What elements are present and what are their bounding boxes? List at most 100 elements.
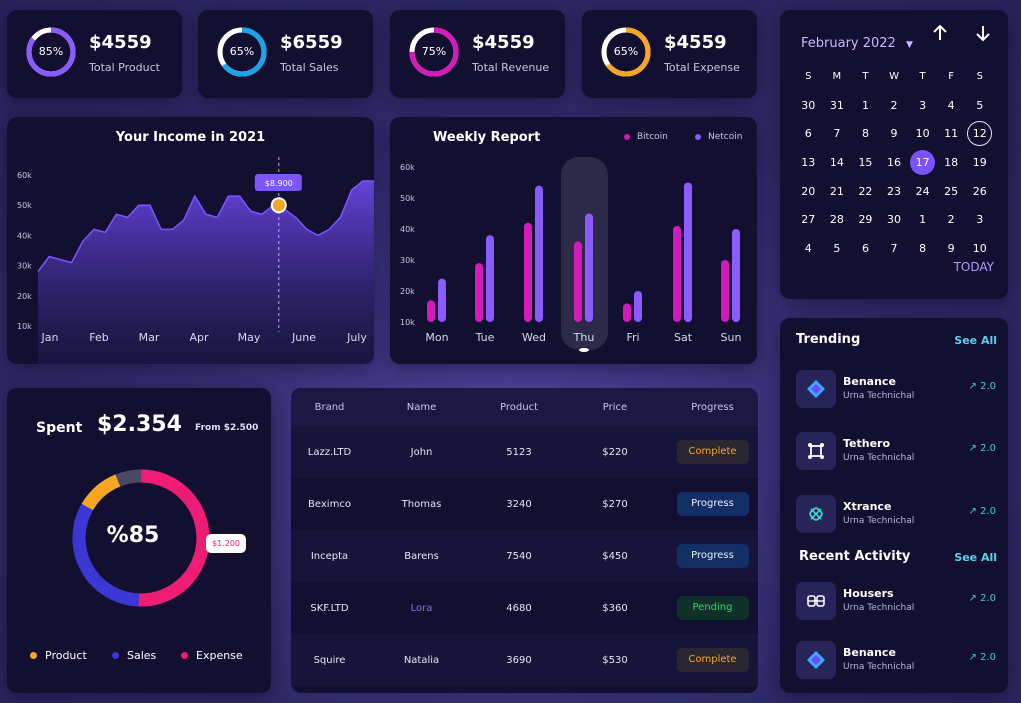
calendar-day[interactable]: 3 — [908, 99, 937, 112]
calendar-day[interactable]: 25 — [937, 185, 966, 198]
calendar-day[interactable]: 5 — [823, 242, 852, 255]
calendar-day[interactable]: 12 — [965, 121, 994, 147]
calendar-day[interactable]: 16 — [880, 156, 909, 169]
bar-bitcoin[interactable] — [673, 225, 681, 322]
calendar-day[interactable]: 15 — [851, 156, 880, 169]
calendar-day[interactable]: 18 — [937, 156, 966, 169]
calendar-day[interactable]: 2 — [880, 99, 909, 112]
calendar-day[interactable]: 9 — [880, 127, 909, 140]
calendar-day[interactable]: 26 — [965, 185, 994, 198]
column-header[interactable]: Name — [368, 402, 475, 413]
trending-item[interactable]: Benance Urna Technichal ↗ 2.0 — [796, 370, 996, 408]
calendar-day[interactable]: 22 — [851, 185, 880, 198]
table-row[interactable]: Beximco Thomas 3240 $270 Progress — [291, 478, 758, 530]
calendar-day[interactable]: 8 — [908, 242, 937, 255]
calendar-day[interactable]: 1 — [908, 213, 937, 226]
bar-netcoin[interactable] — [585, 213, 593, 323]
column-header[interactable]: Price — [563, 402, 667, 413]
calendar-day[interactable]: 7 — [880, 242, 909, 255]
donut-segment-sales[interactable] — [72, 503, 140, 607]
calendar-day[interactable]: 30 — [880, 213, 909, 226]
bar-bitcoin[interactable] — [574, 241, 582, 322]
calendar-day[interactable]: 8 — [851, 127, 880, 140]
calendar-day[interactable]: 14 — [823, 156, 852, 169]
calendar-day[interactable]: 7 — [823, 127, 852, 140]
calendar-day[interactable]: 1 — [851, 99, 880, 112]
calendar-day[interactable]: 3 — [965, 213, 994, 226]
calendar-day[interactable]: 31 — [823, 99, 852, 112]
bar-bitcoin[interactable] — [524, 222, 532, 322]
calendar-day[interactable]: 19 — [965, 156, 994, 169]
table-row[interactable]: Incepta Barens 7540 $450 Progress — [291, 530, 758, 582]
calendar-day[interactable]: 10 — [908, 127, 937, 140]
table-row[interactable]: SKF.LTD Lora 4680 $360 Pending — [291, 582, 758, 634]
bar-highlight — [561, 157, 608, 350]
calendar-day[interactable]: 27 — [794, 213, 823, 226]
status-badge[interactable]: Progress — [676, 492, 749, 516]
trending-see-all[interactable]: See All — [954, 334, 997, 347]
calendar-day[interactable]: 10 — [965, 242, 994, 255]
calendar-day[interactable]: 5 — [965, 99, 994, 112]
calendar-day[interactable]: 21 — [823, 185, 852, 198]
today-button[interactable]: TODAY — [954, 260, 994, 274]
column-header[interactable]: Progress — [667, 402, 758, 413]
bar-bitcoin[interactable] — [623, 303, 631, 322]
calendar-day[interactable]: 17 — [908, 149, 937, 175]
column-header[interactable]: Brand — [291, 402, 368, 413]
bar-netcoin[interactable] — [535, 185, 543, 322]
activity-item[interactable]: Housers Urna Technichal ↗ 2.0 — [796, 582, 996, 620]
activity-item[interactable]: Benance Urna Technichal ↗ 2.0 — [796, 641, 996, 679]
calendar-day[interactable]: 29 — [851, 213, 880, 226]
bar-bitcoin[interactable] — [427, 300, 435, 322]
calendar-day-label: 9 — [890, 127, 898, 141]
calendar-day[interactable]: 20 — [794, 185, 823, 198]
calendar-day[interactable]: 2 — [937, 213, 966, 226]
table-row[interactable]: Lazz.LTD John 5123 $220 Complete — [291, 426, 758, 478]
bar-netcoin[interactable] — [438, 278, 446, 322]
calendar-day[interactable]: 23 — [880, 185, 909, 198]
calendar-day[interactable]: 13 — [794, 156, 823, 169]
column-header[interactable]: Product — [475, 402, 563, 413]
arrow-up-icon[interactable] — [932, 24, 948, 46]
calendar-day[interactable]: 4 — [937, 99, 966, 112]
x-tick-label: Mon — [425, 331, 448, 344]
recent-see-all[interactable]: See All — [954, 551, 997, 564]
x-tick-label: June — [291, 331, 316, 344]
recent-activity-title: Recent Activity — [799, 549, 911, 564]
calendar-day[interactable]: 6 — [794, 127, 823, 140]
bar-bitcoin[interactable] — [721, 260, 729, 322]
bar-netcoin[interactable] — [486, 235, 494, 322]
bar-netcoin[interactable] — [634, 291, 642, 322]
calendar-day[interactable]: 11 — [937, 127, 966, 140]
calendar-day[interactable]: 28 — [823, 213, 852, 226]
calendar-day[interactable]: 24 — [908, 185, 937, 198]
table-row[interactable]: Squire Natalia 3690 $530 Complete — [291, 634, 758, 686]
data-point-marker[interactable] — [270, 197, 287, 214]
item-name: Housers — [843, 587, 894, 600]
status-badge[interactable]: Complete — [676, 440, 749, 464]
bar-netcoin[interactable] — [732, 229, 740, 322]
status-badge[interactable]: Complete — [676, 648, 749, 672]
calendar-day-label: 2 — [947, 213, 955, 227]
weekly-chart[interactable]: 60k 50k 40k 30k 20k 10k Mon Tue Wed Thu Fri Sat Sun — [390, 117, 757, 364]
status-badge[interactable]: Progress — [676, 544, 749, 568]
weekly-card: Weekly Report Bitcoin Netcoin 60k 50k 40k 3… — [390, 117, 757, 364]
trending-item[interactable]: Xtrance Urna Technichal ↗ 2.0 — [796, 495, 996, 533]
income-chart[interactable]: 60k 50k 40k 30k 20k 10k $8.900 Jan Feb Mar Apr May J… — [7, 117, 374, 364]
calendar-month-select[interactable]: February 2022 ▼ — [801, 36, 913, 51]
status-badge[interactable]: Pending — [676, 596, 749, 620]
table-cell: $270 — [602, 498, 628, 510]
calendar-day-label: 10 — [915, 127, 930, 141]
calendar-day[interactable]: 30 — [794, 99, 823, 112]
arrow-down-icon[interactable] — [975, 24, 991, 46]
calendar-day[interactable]: 6 — [851, 242, 880, 255]
donut-segment-product[interactable] — [81, 474, 121, 511]
calendar-day[interactable]: 4 — [794, 242, 823, 255]
trending-item[interactable]: Tethero Urna Technichal ↗ 2.0 — [796, 432, 996, 470]
calendar-day[interactable]: 9 — [937, 242, 966, 255]
table-cell: $450 — [602, 550, 628, 562]
bar-bitcoin[interactable] — [475, 263, 483, 322]
calendar-day-label: 15 — [858, 155, 873, 169]
item-subtitle: Urna Technichal — [843, 516, 915, 526]
bar-netcoin[interactable] — [684, 182, 692, 323]
